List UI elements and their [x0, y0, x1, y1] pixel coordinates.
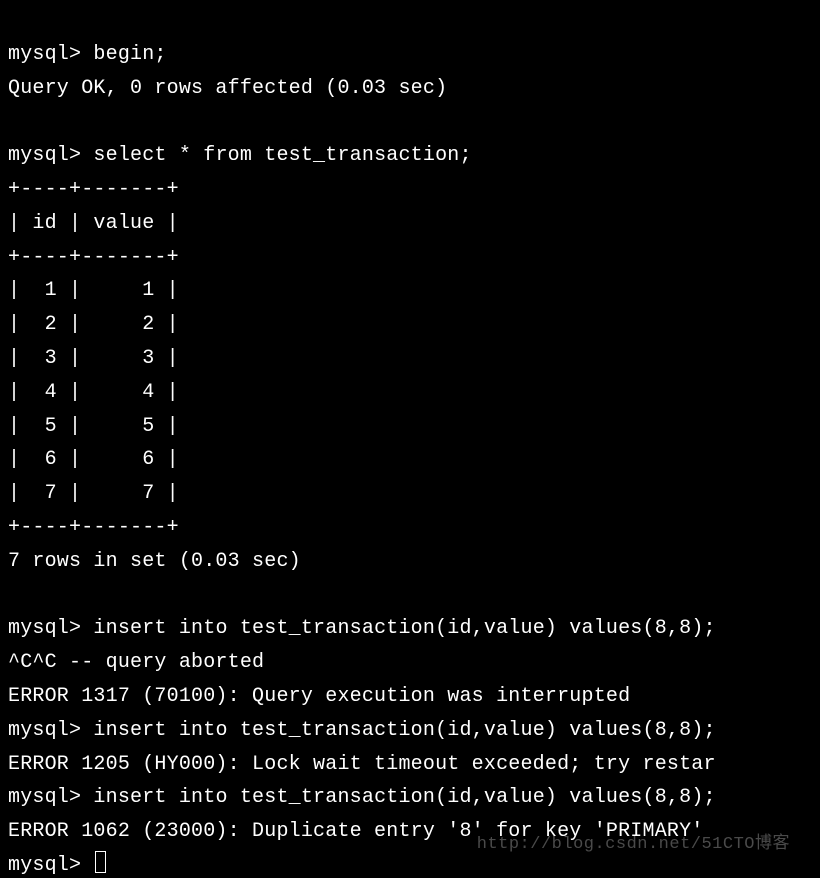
- table-border: +----+-------+: [8, 516, 179, 539]
- cmd-insert-1: insert into test_transaction(id,value) v…: [93, 617, 715, 640]
- cmd-insert-3: insert into test_transaction(id,value) v…: [93, 786, 715, 809]
- table-border: +----+-------+: [8, 246, 179, 269]
- prompt: mysql>: [8, 854, 93, 877]
- terminal-output[interactable]: mysql> begin; Query OK, 0 rows affected …: [0, 0, 820, 878]
- response-query-ok: Query OK, 0 rows affected (0.03 sec): [8, 77, 447, 100]
- blank-line: [8, 110, 20, 133]
- table-row: | 6 | 6 |: [8, 448, 179, 471]
- table-header: | id | value |: [8, 212, 179, 235]
- table-row: | 4 | 4 |: [8, 381, 179, 404]
- blank-line: [8, 584, 20, 607]
- prompt: mysql>: [8, 617, 93, 640]
- table-row: | 3 | 3 |: [8, 347, 179, 370]
- prompt: mysql>: [8, 43, 93, 66]
- response-err1205: ERROR 1205 (HY000): Lock wait timeout ex…: [8, 753, 716, 776]
- table-row: | 7 | 7 |: [8, 482, 179, 505]
- table-row: | 5 | 5 |: [8, 415, 179, 438]
- cmd-select: select * from test_transaction;: [93, 144, 471, 167]
- cmd-insert-2: insert into test_transaction(id,value) v…: [93, 719, 715, 742]
- response-abort: ^C^C -- query aborted: [8, 651, 264, 674]
- table-border: +----+-------+: [8, 178, 179, 201]
- prompt: mysql>: [8, 786, 93, 809]
- table-row: | 1 | 1 |: [8, 279, 179, 302]
- cmd-begin: begin;: [93, 43, 166, 66]
- watermark: http://blog.csdn.net/51CTO博客: [477, 831, 790, 860]
- prompt: mysql>: [8, 144, 93, 167]
- prompt: mysql>: [8, 719, 93, 742]
- response-rows-in-set: 7 rows in set (0.03 sec): [8, 550, 301, 573]
- cursor-icon[interactable]: [95, 851, 106, 873]
- response-err1317: ERROR 1317 (70100): Query execution was …: [8, 685, 630, 708]
- table-row: | 2 | 2 |: [8, 313, 179, 336]
